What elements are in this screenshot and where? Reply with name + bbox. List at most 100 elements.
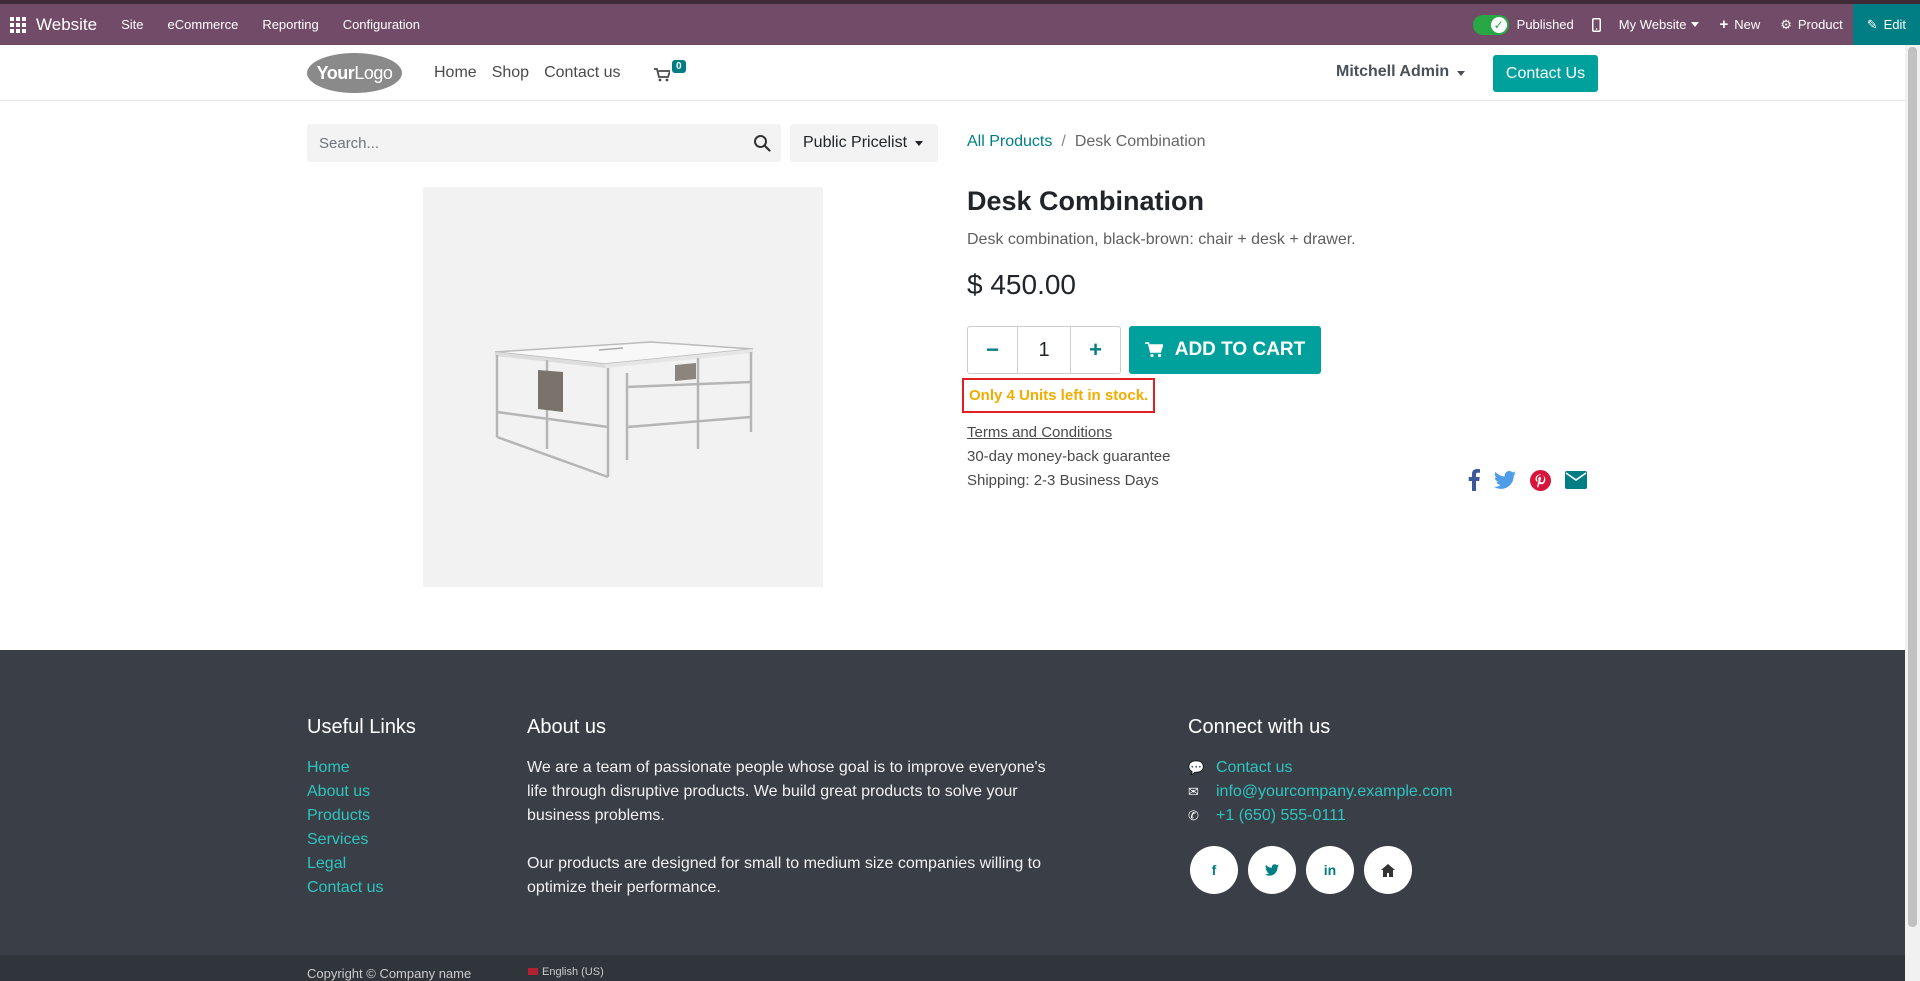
chevron-down-icon — [1457, 71, 1466, 76]
shipping-text: Shipping: 2-3 Business Days — [967, 472, 1159, 489]
minus-icon: − — [986, 337, 999, 362]
user-name: Mitchell Admin — [1336, 63, 1450, 80]
nav-home[interactable]: Home — [434, 64, 477, 82]
contact-us-button[interactable]: Contact Us — [1493, 55, 1598, 92]
breadcrumb-separator: / — [1061, 133, 1066, 150]
decrease-quantity-button[interactable]: − — [968, 327, 1017, 373]
chevron-down-icon — [1691, 22, 1700, 27]
pencil-icon: ✎ — [1866, 16, 1878, 32]
gear-icon: ⚙ — [1780, 16, 1792, 32]
guarantee-text: 30-day money-back guarantee — [967, 448, 1171, 465]
app-brand[interactable]: Website — [36, 15, 97, 35]
product-price: $ 450.00 — [967, 269, 1076, 300]
connect-title: Connect with us — [1188, 716, 1331, 738]
pricelist-label: Public Pricelist — [803, 134, 908, 151]
my-website-label: My Website — [1618, 17, 1687, 32]
nav-contact-us[interactable]: Contact us — [544, 64, 620, 82]
cart-link[interactable]: 0 — [654, 60, 690, 86]
page-scrollbar[interactable] — [1905, 45, 1920, 981]
main-nav: Home Shop Contact us — [434, 45, 636, 101]
product-button[interactable]: ⚙ Product — [1770, 17, 1852, 33]
logo-text-bold: Your — [316, 62, 355, 83]
site-header: Your Logo Home Shop Contact us 0 Mitchell… — [0, 45, 1905, 101]
about-title: About us — [527, 716, 606, 738]
product-search — [307, 124, 781, 162]
connect-contact-link[interactable]: Contact us — [1216, 756, 1292, 780]
footer-link-legal[interactable]: Legal — [307, 852, 383, 876]
language-selector[interactable]: English (US) — [528, 966, 604, 978]
scrollbar-thumb[interactable] — [1908, 47, 1917, 927]
quantity-input[interactable]: 1 — [1017, 327, 1071, 373]
pricelist-dropdown[interactable]: Public Pricelist — [790, 124, 938, 162]
footer-link-home[interactable]: Home — [307, 756, 383, 780]
mobile-preview-button[interactable] — [1584, 17, 1609, 32]
language-label: English (US) — [542, 966, 604, 978]
copyright-bar: Copyright © Company name English (US) — [0, 955, 1905, 981]
comment-icon: 💬 — [1188, 760, 1205, 775]
plus-icon: + — [1719, 16, 1729, 33]
stock-warning: Only 4 Units left in stock. — [962, 378, 1155, 413]
facebook-icon[interactable] — [1468, 469, 1480, 491]
connect-phone-link[interactable]: +1 (650) 555-0111 — [1216, 804, 1346, 828]
add-to-cart-label: ADD TO CART — [1174, 339, 1306, 360]
edit-button[interactable]: ✎ Edit — [1852, 4, 1920, 45]
apps-menu-icon[interactable] — [0, 4, 36, 45]
cart-icon — [1144, 342, 1163, 358]
social-buttons: f in — [1190, 846, 1422, 894]
connect-email-link[interactable]: info@yourcompany.example.com — [1216, 780, 1453, 804]
copyright-text: Copyright © Company name — [307, 966, 472, 981]
product-description: Desk combination, black-brown: chair + d… — [967, 231, 1356, 248]
logo-text-light: Logo — [354, 62, 393, 83]
share-links — [1468, 469, 1601, 491]
product-image[interactable] — [423, 187, 823, 587]
twitter-icon[interactable] — [1248, 846, 1296, 894]
home-icon[interactable] — [1364, 846, 1412, 894]
menu-reporting[interactable]: Reporting — [250, 17, 330, 32]
site-footer: Useful Links Home About us Products Serv… — [0, 650, 1905, 955]
about-paragraph-2: Our products are designed for small to m… — [527, 855, 1042, 896]
useful-links-title: Useful Links — [307, 716, 416, 738]
facebook-icon[interactable]: f — [1190, 846, 1238, 894]
search-icon[interactable] — [753, 134, 771, 152]
menu-ecommerce[interactable]: eCommerce — [156, 17, 251, 32]
flag-icon — [528, 968, 538, 975]
product-label: Product — [1797, 17, 1843, 32]
user-menu[interactable]: Mitchell Admin — [1336, 63, 1466, 81]
nav-shop[interactable]: Shop — [492, 64, 529, 82]
desk-illustration — [494, 341, 754, 479]
menu-configuration[interactable]: Configuration — [331, 17, 432, 32]
mobile-icon — [1591, 17, 1601, 32]
my-website-dropdown[interactable]: My Website — [1609, 17, 1710, 32]
twitter-icon[interactable] — [1494, 471, 1516, 489]
footer-link-services[interactable]: Services — [307, 828, 383, 852]
phone-icon: ✆ — [1188, 808, 1199, 823]
pinterest-icon[interactable] — [1530, 469, 1551, 491]
linkedin-icon[interactable]: in — [1306, 846, 1354, 894]
edit-label: Edit — [1883, 17, 1906, 32]
menu-site[interactable]: Site — [109, 17, 155, 32]
search-input[interactable] — [307, 124, 737, 162]
add-to-cart-button[interactable]: ADD TO CART — [1129, 326, 1321, 374]
footer-link-products[interactable]: Products — [307, 804, 383, 828]
increase-quantity-button[interactable]: + — [1071, 327, 1120, 373]
breadcrumb-all-products[interactable]: All Products — [967, 133, 1052, 150]
site-logo[interactable]: Your Logo — [307, 53, 402, 93]
cart-icon — [654, 68, 670, 82]
envelope-icon[interactable] — [1565, 471, 1587, 489]
breadcrumb-current: Desk Combination — [1074, 133, 1206, 150]
envelope-icon: ✉ — [1188, 784, 1199, 799]
terms-link[interactable]: Terms and Conditions — [967, 424, 1112, 441]
published-toggle[interactable]: Published — [1463, 14, 1584, 35]
published-label: Published — [1516, 17, 1574, 32]
footer-link-contact-us[interactable]: Contact us — [307, 876, 383, 900]
plus-icon: + — [1089, 337, 1102, 362]
footer-link-about-us[interactable]: About us — [307, 780, 383, 804]
new-label: New — [1734, 17, 1761, 32]
cart-count-badge: 0 — [672, 60, 686, 73]
chevron-down-icon — [915, 140, 924, 146]
new-button[interactable]: + New — [1709, 16, 1770, 33]
about-paragraph-1: We are a team of passionate people whose… — [527, 759, 1046, 824]
quantity-stepper: − 1 + — [967, 326, 1121, 374]
product-title: Desk Combination — [967, 186, 1205, 216]
breadcrumb: All Products / Desk Combination — [967, 133, 1206, 151]
